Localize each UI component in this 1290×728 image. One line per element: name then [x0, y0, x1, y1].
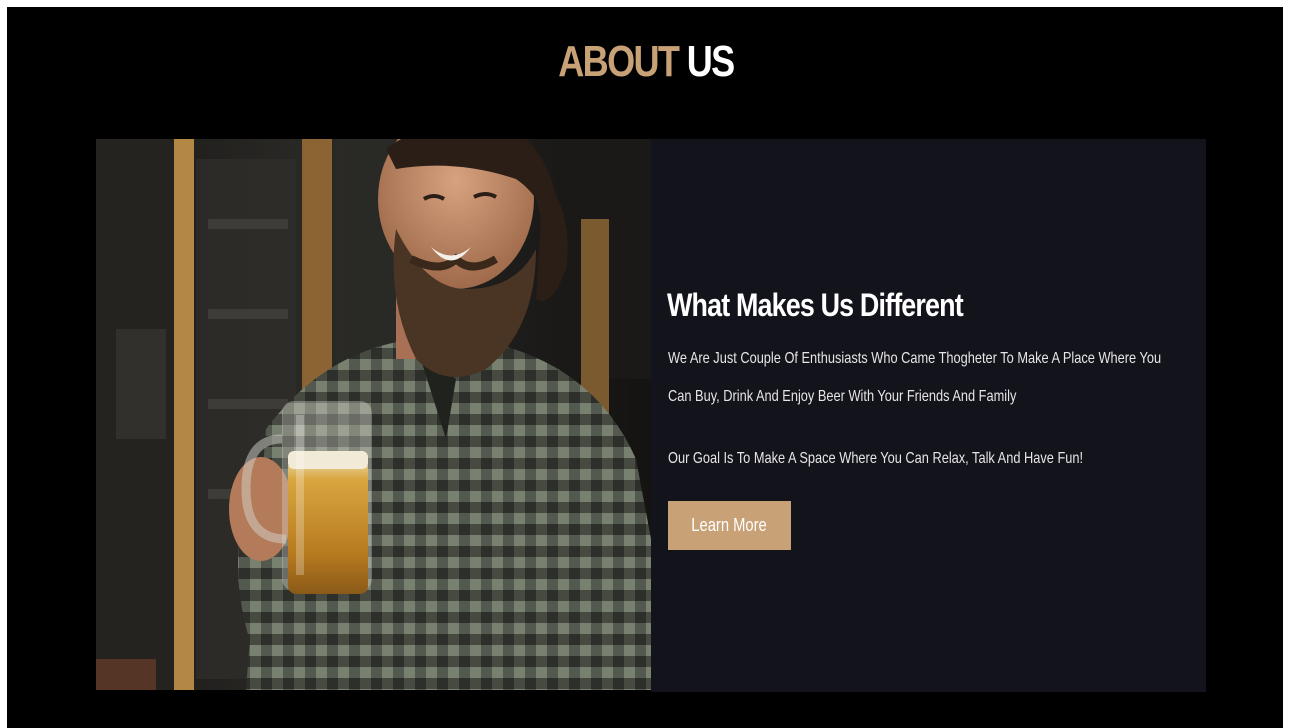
section-title-accent: ABOUT	[558, 37, 680, 86]
about-paragraph-2: Our Goal Is To Make A Space Where You Ca…	[668, 450, 1084, 467]
section-title-main: US	[686, 37, 735, 86]
learn-more-label: Learn More	[691, 515, 768, 535]
about-photo	[96, 139, 651, 690]
bearded-man-with-beer-image	[96, 139, 651, 690]
section-title: ABOUT US	[117, 36, 1175, 88]
about-panel: What Makes Us Different We Are Just Coup…	[651, 139, 1206, 692]
learn-more-button[interactable]: Learn More	[668, 501, 791, 550]
about-paragraph-1: We Are Just Couple Of Enthusiasts Who Ca…	[668, 350, 1162, 405]
about-heading: What Makes Us Different	[667, 287, 964, 323]
